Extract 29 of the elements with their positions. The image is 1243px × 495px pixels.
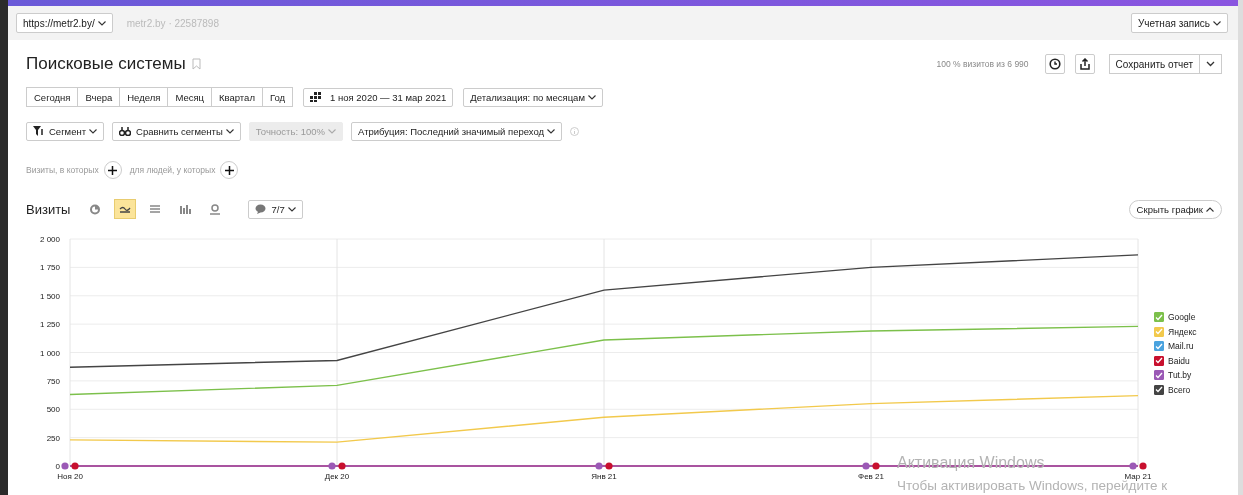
y-tick-label: 750	[46, 376, 60, 386]
filter-label: Сравнить сегменты	[136, 125, 223, 137]
x-tick-label: Мар 21	[1124, 472, 1152, 481]
x-tick-label: Янв 21	[591, 472, 617, 481]
legend-label: Всего	[1168, 384, 1191, 395]
legend-label: Tut.by	[1168, 370, 1192, 380]
y-tick-label: 250	[46, 433, 60, 443]
y-tick-label: 1 750	[39, 263, 60, 273]
condition-label: Визиты, в которых	[26, 165, 99, 175]
y-tick-label: 0	[55, 462, 60, 471]
condition-label: для людей, у которых	[129, 165, 216, 175]
y-tick-label: 1 500	[39, 291, 60, 301]
y-tick-label: 1 000	[39, 348, 60, 358]
y-tick-label: 2 000	[39, 235, 60, 244]
filter-label: Точность: 100%	[255, 125, 325, 137]
y-tick-label: 1 250	[39, 320, 60, 330]
legend-label: Google	[1168, 312, 1196, 322]
filter-label: Атрибуция: Последний значимый переход	[358, 125, 545, 137]
x-tick-label: Фев 21	[858, 472, 884, 481]
legend-label: Baidu	[1168, 355, 1190, 366]
legend-label: Mail.ru	[1168, 341, 1194, 351]
x-tick-label: Ноя 20	[57, 472, 83, 481]
x-tick-label: Дек 20	[324, 472, 350, 481]
legend-label: Яндекс	[1168, 326, 1197, 337]
y-tick-label: 500	[46, 405, 60, 415]
sample-info: 100 % визитов из 6 990	[936, 59, 1029, 69]
report-title: Поисковые системы	[26, 54, 186, 74]
filter-label: Сегмент	[49, 125, 87, 137]
metric-title: Визиты	[26, 201, 71, 217]
